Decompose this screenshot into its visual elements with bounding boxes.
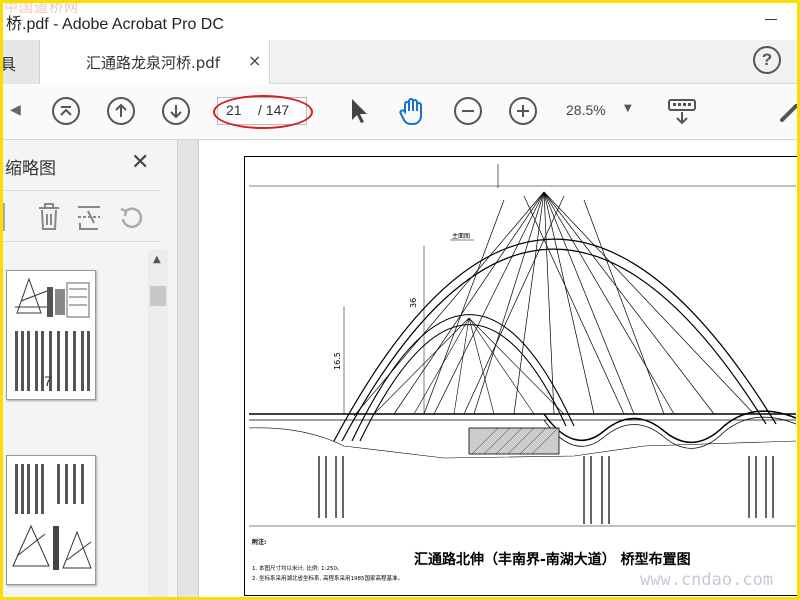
drawing-notes-heading: 附注:: [252, 538, 266, 546]
document-area[interactable]: 主面图 36 16.5 汇通路北伸（丰南界-南湖大道） 桥型布置图 附注: 1.…: [178, 140, 800, 600]
minimize-icon: [765, 18, 777, 20]
minimize-button[interactable]: [756, 8, 786, 30]
drawing-dim-16-5: 16.5: [333, 352, 342, 370]
keyboard-scroll-icon[interactable]: [666, 96, 698, 128]
hand-tool-icon[interactable]: [397, 96, 429, 128]
thumbnail-preview: [12, 464, 92, 570]
title-bar: 中国道桥网 桥.pdf - Adobe Acrobat Pro DC: [0, 0, 800, 40]
zoom-dropdown[interactable]: 28.5% ▼: [558, 97, 644, 125]
thumbnail-page-label: 7: [44, 373, 52, 389]
extract-page-icon[interactable]: [76, 203, 102, 231]
page-total: / 147: [258, 102, 290, 118]
thumbnail-page-8[interactable]: [6, 455, 96, 585]
zoom-in-icon: [517, 105, 529, 117]
close-panel-icon[interactable]: ✕: [131, 150, 149, 175]
thumbnail-toolbar: [0, 190, 160, 242]
thumbnail-preview: [15, 277, 90, 391]
arrow-up-icon: [115, 103, 127, 117]
rotate-icon[interactable]: [118, 204, 146, 230]
page-current[interactable]: 21: [226, 102, 242, 118]
toolbar: ◀ 21 / 147 28.5% ▼: [0, 84, 800, 140]
zoom-out-icon: [462, 110, 474, 112]
tab-tools-label: 具: [0, 55, 17, 74]
drawing-note-2: 2. 坐标系采用湖北省坐标系, 高程系采用1985国家高程基准。: [252, 574, 403, 582]
chevron-down-icon[interactable]: ▼: [624, 103, 632, 114]
next-page-button[interactable]: [162, 97, 190, 125]
thumbnails-panel: 缩略图 ✕ 7 ▲: [0, 140, 190, 600]
thumbnail-list: 7: [0, 245, 148, 600]
zoom-value[interactable]: 28.5%: [566, 102, 606, 118]
zoom-out-button[interactable]: [454, 97, 482, 125]
window-title: 桥.pdf - Adobe Acrobat Pro DC: [6, 16, 224, 33]
first-page-button[interactable]: [52, 97, 80, 125]
zoom-in-button[interactable]: [509, 97, 537, 125]
scroll-left-icon[interactable]: ◀: [10, 102, 21, 118]
thumbnails-title: 缩略图: [5, 159, 56, 179]
tab-tools[interactable]: 具: [0, 40, 40, 84]
tab-bar: 具 汇通路龙泉河桥.pdf × ?: [0, 40, 800, 84]
select-cursor-icon[interactable]: [346, 96, 370, 126]
drawing-label-main: 主面图: [452, 232, 470, 240]
help-icon[interactable]: ?: [753, 46, 781, 74]
watermark-bottom: www.cndao.com: [640, 570, 774, 590]
arrow-down-icon: [170, 105, 182, 119]
first-page-icon: [60, 106, 72, 116]
drawing-dim-36: 36: [409, 298, 418, 308]
divider-icon: [2, 203, 5, 231]
previous-page-button[interactable]: [107, 97, 135, 125]
tab-document[interactable]: 汇通路龙泉河桥.pdf ×: [40, 40, 270, 84]
thumbnail-scrollbar[interactable]: ▲: [148, 250, 168, 600]
bridge-drawing: 主面图 36 16.5 汇通路北伸（丰南界-南湖大道） 桥型布置图 附注: 1.…: [244, 156, 800, 596]
scroll-up-icon[interactable]: ▲: [153, 254, 161, 265]
pen-icon[interactable]: [778, 96, 800, 128]
drawing-title: 汇通路北伸（丰南界-南湖大道） 桥型布置图: [414, 551, 691, 568]
trash-icon[interactable]: [36, 202, 62, 232]
page-number-field[interactable]: 21 / 147: [217, 97, 307, 125]
pdf-page: 主面图 36 16.5 汇通路北伸（丰南界-南湖大道） 桥型布置图 附注: 1.…: [198, 140, 800, 600]
tab-document-label: 汇通路龙泉河桥.pdf: [86, 54, 221, 72]
close-tab-icon[interactable]: ×: [248, 51, 261, 70]
scroll-thumb[interactable]: [150, 286, 166, 306]
drawing-note-1: 1. 本图尺寸均以米计, 比例: 1:250。: [252, 564, 342, 572]
